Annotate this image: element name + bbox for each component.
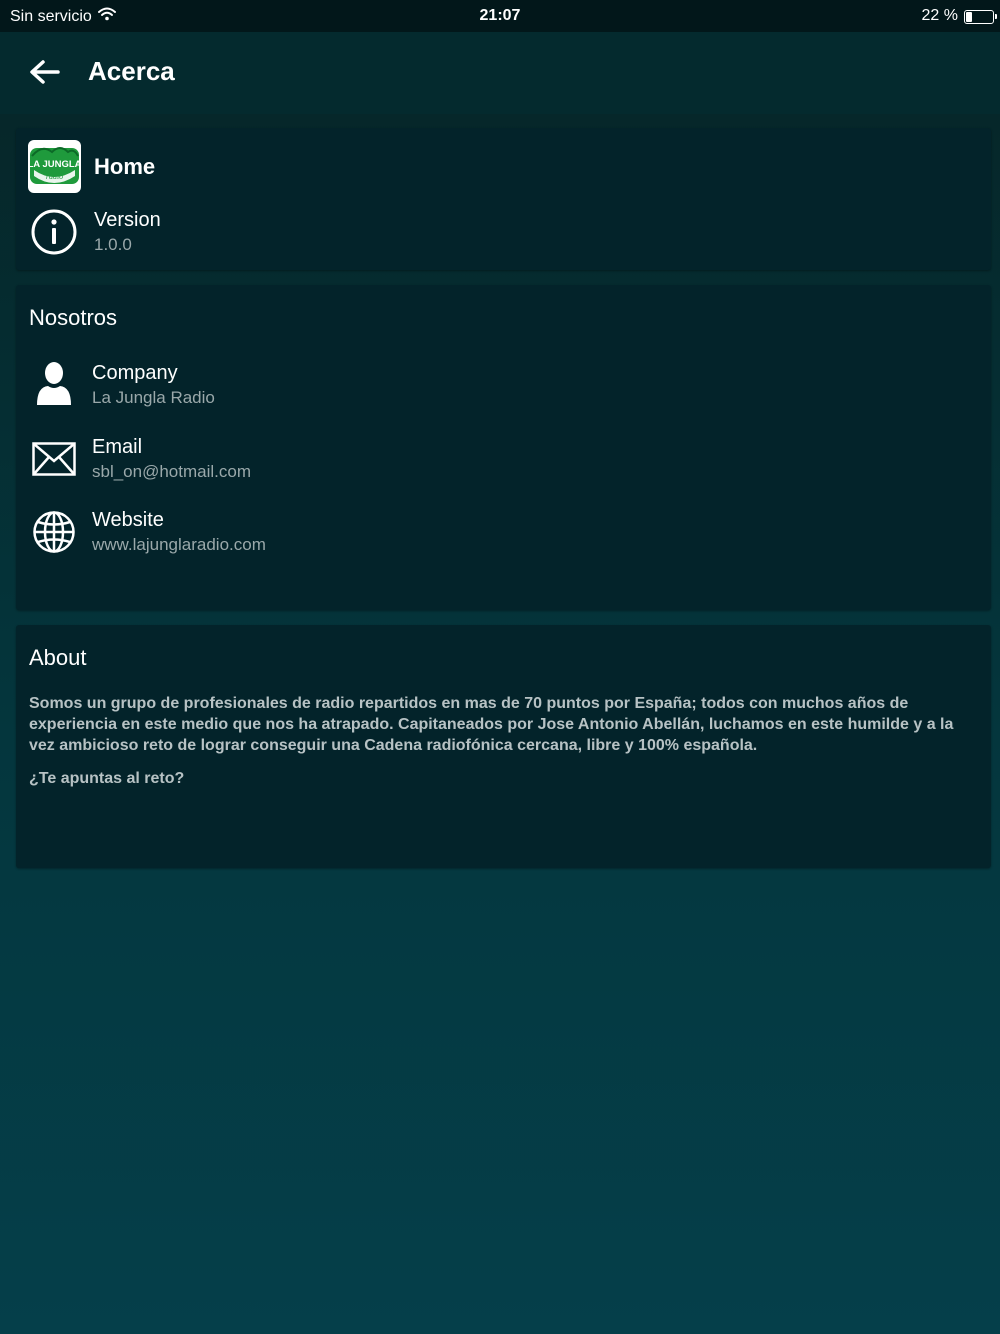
battery-level-fill — [966, 11, 972, 22]
version-value: 1.0.0 — [94, 235, 132, 254]
website-label: Website — [92, 509, 164, 531]
logo-text-bottom: radio — [46, 172, 63, 181]
logo-text-top: LA JUNGLA — [28, 159, 81, 170]
status-bar: Sin servicio 21:07 22 % — [0, 0, 1000, 32]
person-icon — [32, 361, 76, 409]
globe-icon — [32, 508, 76, 556]
about-card: About Somos un grupo de profesionales de… — [16, 625, 991, 868]
about-title: About — [29, 645, 87, 670]
about-body: Somos un grupo de profesionales de radio… — [29, 695, 954, 754]
app-logo: LA JUNGLA radio — [28, 140, 81, 193]
arrow-left-icon — [30, 60, 60, 84]
about-question: ¿Te apuntas al reto? — [29, 770, 185, 787]
version-label: Version — [94, 209, 161, 231]
battery-label: 22 % — [921, 7, 958, 24]
status-right: 22 % — [921, 7, 997, 25]
nosotros-card: Nosotros Company La Jungla Radio Email s… — [16, 285, 991, 610]
app-bar: Acerca — [0, 32, 1000, 114]
page-title: Acerca — [88, 56, 175, 86]
back-button[interactable] — [24, 54, 64, 94]
email-text: Email sbl_on@hotmail.com — [92, 435, 251, 483]
company-label: Company — [92, 362, 178, 384]
home-row[interactable]: LA JUNGLA radio Home — [28, 140, 155, 193]
website-row[interactable]: Website www.lajunglaradio.com — [32, 508, 266, 556]
email-label: Email — [92, 436, 143, 458]
nosotros-title: Nosotros — [29, 305, 118, 330]
status-time: 21:07 — [479, 7, 521, 24]
battery-icon — [964, 9, 997, 24]
company-row: Company La Jungla Radio — [32, 361, 215, 409]
version-text: Version 1.0.0 — [94, 208, 161, 256]
envelope-icon — [32, 435, 76, 483]
email-row[interactable]: Email sbl_on@hotmail.com — [32, 435, 251, 483]
website-value: www.lajunglaradio.com — [92, 535, 266, 554]
company-value: La Jungla Radio — [92, 388, 215, 407]
email-value: sbl_on@hotmail.com — [92, 462, 251, 481]
info-icon — [30, 208, 78, 261]
website-text: Website www.lajunglaradio.com — [92, 508, 266, 556]
company-text: Company La Jungla Radio — [92, 361, 215, 409]
home-card: LA JUNGLA radio Home Version 1.0.0 — [16, 128, 991, 270]
version-row: Version 1.0.0 — [30, 208, 161, 261]
app-name: Home — [94, 153, 156, 179]
